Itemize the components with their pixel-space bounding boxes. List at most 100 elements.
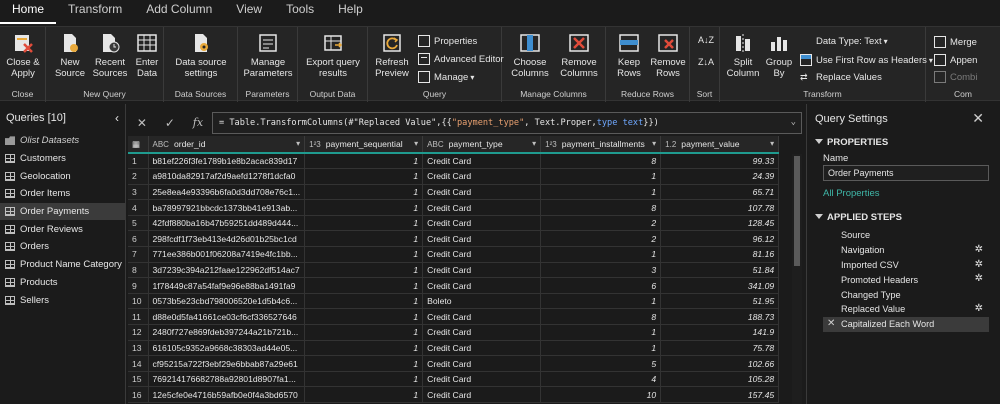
column-header[interactable]: 1²3 payment_sequential ▾ bbox=[304, 136, 424, 154]
new-source-button[interactable]: New Source bbox=[52, 32, 88, 79]
data-type-icon[interactable]: 1²3 bbox=[309, 140, 321, 149]
table-cell[interactable]: 81.16 bbox=[660, 246, 780, 263]
data-type-icon[interactable]: ABC bbox=[427, 140, 443, 149]
manage-parameters-button[interactable]: Manage Parameters bbox=[240, 32, 296, 79]
query-item[interactable]: Customers bbox=[0, 150, 125, 168]
table-row[interactable]: 6 298fcdf1f73eb413e4d26d01b25bc1cd 1 Credit… bbox=[128, 230, 780, 248]
table-cell[interactable]: 0573b5e23cbd798006520e1d5b4c6... bbox=[148, 293, 306, 310]
filter-dropdown-icon[interactable]: ▾ bbox=[414, 139, 418, 148]
table-cell[interactable]: 298fcdf1f73eb413e4d26d01b25bc1cd bbox=[148, 230, 306, 248]
filter-dropdown-icon[interactable]: ▾ bbox=[770, 139, 774, 148]
table-row[interactable]: 13 616105c9352a9668c38303ad44e05... 1 Credi… bbox=[128, 340, 780, 357]
applied-step[interactable]: Source bbox=[823, 228, 989, 243]
table-cell[interactable]: 1 bbox=[304, 293, 424, 310]
column-header[interactable]: ABC order_id ▾ bbox=[148, 136, 306, 154]
table-cell[interactable]: Credit Card bbox=[422, 153, 542, 170]
data-type-icon[interactable]: ABC bbox=[153, 140, 169, 149]
table-cell[interactable]: 1 bbox=[540, 340, 662, 357]
table-cell[interactable]: 1 bbox=[304, 184, 424, 201]
table-cell[interactable]: 75.78 bbox=[660, 340, 780, 357]
tab-add-column[interactable]: Add Column bbox=[134, 0, 224, 24]
close-icon[interactable]: ✕ bbox=[972, 110, 984, 127]
table-cell[interactable]: 25e8ea4e93396b6fa0d3dd708e76c1... bbox=[148, 184, 306, 201]
table-cell[interactable]: Credit Card bbox=[422, 386, 542, 403]
table-cell[interactable]: Boleto bbox=[422, 293, 542, 310]
table-cell[interactable]: 2480f727e869fdeb397244a21b721b... bbox=[148, 324, 306, 341]
merge-button[interactable]: Merge bbox=[934, 36, 977, 48]
table-cell[interactable]: 1 bbox=[304, 230, 424, 248]
table-cell[interactable]: 8 bbox=[540, 153, 662, 170]
data-type-icon[interactable]: 1²3 bbox=[545, 140, 557, 149]
table-cell[interactable]: Credit Card bbox=[422, 168, 542, 185]
data-type-icon[interactable]: 1.2 bbox=[665, 140, 676, 149]
filter-dropdown-icon[interactable]: ▾ bbox=[296, 139, 300, 148]
table-cell[interactable]: 188.73 bbox=[660, 308, 780, 326]
table-cell[interactable]: 771ee386b001f06208a7419e4fc1bb... bbox=[148, 246, 306, 263]
table-cell[interactable]: 24.39 bbox=[660, 168, 780, 185]
table-cell[interactable]: 1 bbox=[304, 308, 424, 326]
table-cell[interactable]: 105.28 bbox=[660, 371, 780, 388]
table-row[interactable]: 3 25e8ea4e93396b6fa0d3dd708e76c1... 1 Credi… bbox=[128, 184, 780, 201]
table-cell[interactable]: 1 bbox=[540, 168, 662, 185]
table-cell[interactable]: Credit Card bbox=[422, 371, 542, 388]
enter-data-button[interactable]: Enter Data bbox=[134, 32, 160, 79]
data-source-settings-button[interactable]: Data source settings bbox=[168, 32, 234, 79]
table-cell[interactable]: 1 bbox=[304, 168, 424, 185]
data-type-dropdown[interactable]: Data Type: Text ▾ bbox=[816, 36, 888, 47]
group-by-button[interactable]: Group By bbox=[764, 32, 794, 79]
fx-icon[interactable]: fx bbox=[193, 116, 203, 130]
table-cell[interactable]: 616105c9352a9668c38303ad44e05... bbox=[148, 340, 306, 357]
table-cell[interactable]: 1 bbox=[304, 340, 424, 357]
table-cell[interactable]: 1 bbox=[540, 246, 662, 263]
recent-sources-button[interactable]: Recent Sources bbox=[90, 32, 130, 79]
query-folder[interactable]: Olist Datasets bbox=[0, 132, 125, 150]
column-header[interactable]: 1.2 payment_value ▾ bbox=[660, 136, 780, 154]
table-cell[interactable]: 3d7239c394a212faae122962df514ac7 bbox=[148, 262, 306, 279]
formula-input[interactable]: = Table.TransformColumns(#"Replaced Valu… bbox=[212, 112, 802, 134]
table-cell[interactable]: Credit Card bbox=[422, 184, 542, 201]
table-cell[interactable]: d88e0d5fa41661ce03cf6cf336527646 bbox=[148, 308, 306, 326]
table-cell[interactable]: Credit Card bbox=[422, 246, 542, 263]
replace-values-button[interactable]: ⇄ Replace Values bbox=[800, 71, 882, 83]
table-cell[interactable]: 42fdf880ba16b47b59251dd489d444... bbox=[148, 215, 306, 232]
table-cell[interactable]: 128.45 bbox=[660, 215, 780, 232]
collapse-chevron-icon[interactable]: ‹ bbox=[115, 111, 119, 125]
table-row[interactable]: 1 b81ef226f3fe1789b1e8b2acac839d17 1 Credit… bbox=[128, 153, 780, 170]
table-cell[interactable]: 51.84 bbox=[660, 262, 780, 279]
table-cell[interactable]: ba78997921bbcdc1373bb41e913ab... bbox=[148, 199, 306, 216]
remove-rows-button[interactable]: Remove Rows bbox=[650, 32, 686, 79]
table-menu-icon[interactable]: ▦ bbox=[128, 136, 149, 154]
gear-icon[interactable]: ✲ bbox=[975, 273, 983, 284]
gear-icon[interactable]: ✲ bbox=[975, 303, 983, 314]
tab-help[interactable]: Help bbox=[326, 0, 375, 24]
tab-view[interactable]: View bbox=[224, 0, 274, 24]
choose-columns-button[interactable]: Choose Columns bbox=[508, 32, 552, 79]
scrollbar-thumb[interactable] bbox=[794, 156, 800, 266]
gear-icon[interactable]: ✲ bbox=[975, 259, 983, 270]
table-cell[interactable]: 51.95 bbox=[660, 293, 780, 310]
table-cell[interactable]: a9810da82917af2d9aefd1278f1dcfa0 bbox=[148, 168, 306, 185]
table-cell[interactable]: Credit Card bbox=[422, 324, 542, 341]
table-row[interactable]: 10 0573b5e23cbd798006520e1d5b4c6... 1 Bolet… bbox=[128, 293, 780, 310]
table-cell[interactable]: 1 bbox=[304, 199, 424, 216]
query-item[interactable]: Product Name Category bbox=[0, 256, 125, 274]
keep-rows-button[interactable]: Keep Rows bbox=[612, 32, 646, 79]
table-cell[interactable]: 1 bbox=[304, 355, 424, 372]
filter-dropdown-icon[interactable]: ▾ bbox=[532, 139, 536, 148]
tab-home[interactable]: Home bbox=[0, 0, 57, 24]
query-item[interactable]: Order Payments bbox=[0, 202, 125, 221]
table-cell[interactable]: 1f78449c87a54faf9e96e88ba1491fa9 bbox=[148, 277, 306, 294]
filter-dropdown-icon[interactable]: ▾ bbox=[652, 139, 656, 148]
table-cell[interactable]: 769214176682788a92801d8907fa1... bbox=[148, 371, 306, 388]
table-cell[interactable]: Credit Card bbox=[422, 340, 542, 357]
table-cell[interactable]: 2 bbox=[540, 230, 662, 248]
table-cell[interactable]: 1 bbox=[304, 215, 424, 232]
table-cell[interactable]: 12e5cfe0e4716b59afb0e0f4a3bd6570 bbox=[148, 386, 306, 403]
table-cell[interactable]: 10 bbox=[540, 386, 662, 403]
table-row[interactable]: 5 42fdf880ba16b47b59251dd489d444... 1 Credi… bbox=[128, 215, 780, 232]
applied-step[interactable]: Navigation ✲ bbox=[823, 243, 989, 258]
table-cell[interactable]: 65.71 bbox=[660, 184, 780, 201]
table-row[interactable]: 11 d88e0d5fa41661ce03cf6cf336527646 1 Credi… bbox=[128, 308, 780, 326]
column-header[interactable]: 1²3 payment_installments ▾ bbox=[540, 136, 662, 154]
table-cell[interactable]: 2 bbox=[540, 215, 662, 232]
